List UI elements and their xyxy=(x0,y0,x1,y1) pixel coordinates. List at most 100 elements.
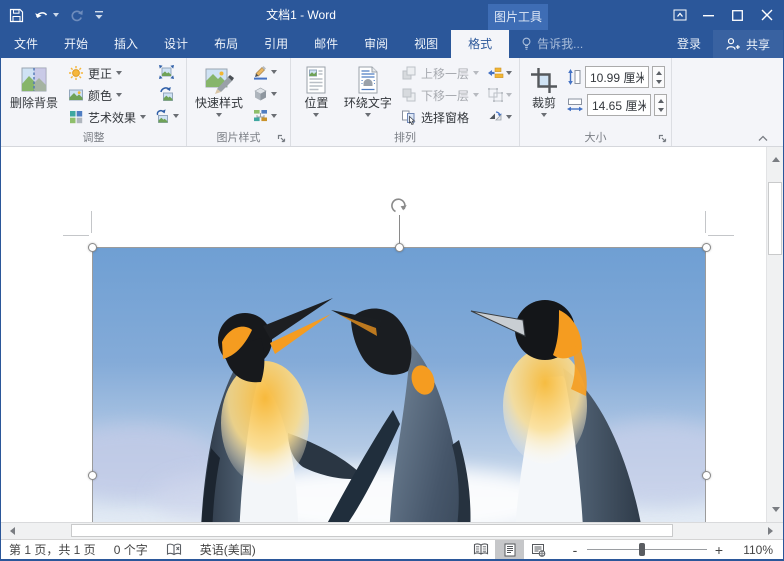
selection-pane-button[interactable]: 选择窗格 xyxy=(398,106,482,128)
undo-dropdown-icon[interactable] xyxy=(53,13,59,20)
align-button[interactable] xyxy=(484,62,515,84)
reset-picture-button[interactable] xyxy=(151,105,182,127)
tab-review[interactable]: 审阅 xyxy=(351,30,401,58)
group-button-disabled[interactable] xyxy=(484,84,515,106)
crop-button[interactable]: 裁剪 xyxy=(524,61,564,120)
horizontal-scrollbar[interactable] xyxy=(1,522,783,539)
picture-effects-button[interactable] xyxy=(249,83,280,105)
rotate-button[interactable] xyxy=(484,106,515,128)
proofing-status-button[interactable] xyxy=(166,543,182,557)
width-spinner[interactable] xyxy=(654,94,667,116)
scroll-right-button[interactable] xyxy=(763,523,780,539)
ribbon: 删除背景 更正 颜色 艺术效果 xyxy=(1,58,783,147)
scroll-up-button[interactable] xyxy=(767,150,783,167)
artistic-effects-button[interactable]: 艺术效果 xyxy=(65,106,149,128)
collapse-ribbon-icon[interactable] xyxy=(757,134,769,143)
vertical-scrollbar[interactable] xyxy=(766,147,783,522)
tab-format-active[interactable]: 格式 xyxy=(451,30,509,58)
page-indicator[interactable]: 第 1 页，共 1 页 xyxy=(9,541,96,558)
change-picture-button[interactable] xyxy=(151,83,182,105)
maximize-button[interactable] xyxy=(723,0,752,30)
undo-button[interactable] xyxy=(34,8,59,22)
tab-references[interactable]: 引用 xyxy=(251,30,301,58)
tab-layout[interactable]: 布局 xyxy=(201,30,251,58)
height-spin-down-icon[interactable] xyxy=(656,80,662,87)
wrap-text-button[interactable]: 环绕文字 xyxy=(340,61,396,120)
vertical-scroll-thumb[interactable] xyxy=(768,182,782,255)
rotate-handle-icon[interactable] xyxy=(390,197,409,216)
corrections-label: 更正 xyxy=(88,65,112,82)
redo-button-disabled[interactable] xyxy=(69,8,84,23)
adjust-small-column xyxy=(151,61,182,127)
size-dialog-launcher[interactable] xyxy=(658,134,668,144)
language-indicator[interactable]: 英语(美国) xyxy=(200,541,256,558)
tab-home[interactable]: 开始 xyxy=(51,30,101,58)
send-backward-button-disabled[interactable]: 下移一层 xyxy=(398,84,482,106)
remove-background-button[interactable]: 删除背景 xyxy=(5,61,63,110)
tab-insert[interactable]: 插入 xyxy=(101,30,151,58)
status-bar: 第 1 页，共 1 页 0 个字 英语(美国) - + 110% xyxy=(1,539,783,559)
selection-pane-icon xyxy=(401,109,417,125)
web-layout-button[interactable] xyxy=(524,540,553,560)
resize-handle-middle-left[interactable] xyxy=(88,471,97,480)
zoom-percentage[interactable]: 110% xyxy=(731,543,773,557)
size-fields xyxy=(566,61,667,117)
print-layout-button[interactable] xyxy=(495,540,524,560)
picture-border-dropdown-icon xyxy=(271,70,277,77)
picture-border-button[interactable] xyxy=(249,61,280,83)
margin-mark-top-left-h xyxy=(63,235,89,236)
picture-styles-dialog-launcher[interactable] xyxy=(277,134,287,144)
scroll-left-button[interactable] xyxy=(3,523,20,539)
zoom-in-button[interactable]: + xyxy=(711,542,727,558)
selection-pane-label: 选择窗格 xyxy=(421,109,469,126)
customize-qat-icon xyxy=(94,9,104,21)
height-input[interactable] xyxy=(585,66,649,88)
shape-height-icon xyxy=(566,68,582,86)
tab-design[interactable]: 设计 xyxy=(151,30,201,58)
tell-me-box[interactable]: 告诉我... xyxy=(521,30,583,58)
save-button[interactable] xyxy=(9,8,24,23)
word-count[interactable]: 0 个字 xyxy=(114,541,148,558)
status-bar-right: - + 110% xyxy=(466,540,783,560)
bring-forward-button-disabled[interactable]: 上移一层 xyxy=(398,62,482,84)
web-layout-icon xyxy=(531,543,546,557)
width-spin-up-icon[interactable] xyxy=(658,96,664,103)
zoom-slider-handle[interactable] xyxy=(639,543,645,556)
selected-picture[interactable] xyxy=(92,247,706,522)
color-picture-icon xyxy=(68,87,84,103)
document-area[interactable] xyxy=(1,147,783,522)
quick-styles-icon xyxy=(203,64,235,96)
customize-qat-button[interactable] xyxy=(94,9,104,21)
close-button[interactable] xyxy=(752,0,781,30)
resize-handle-top-left[interactable] xyxy=(88,243,97,252)
tab-file[interactable]: 文件 xyxy=(1,30,51,58)
resize-handle-middle-right[interactable] xyxy=(702,471,711,480)
tab-view[interactable]: 视图 xyxy=(401,30,451,58)
width-input[interactable] xyxy=(587,94,651,116)
crop-label: 裁剪 xyxy=(532,96,556,110)
quick-styles-button[interactable]: 快速样式 xyxy=(191,61,247,120)
minimize-button[interactable] xyxy=(694,0,723,30)
resize-handle-top-center[interactable] xyxy=(395,243,404,252)
color-button[interactable]: 颜色 xyxy=(65,84,149,106)
size-group-label: 大小 xyxy=(520,129,671,145)
share-button[interactable]: 共享 xyxy=(713,30,783,58)
horizontal-scroll-thumb[interactable] xyxy=(71,524,673,537)
zoom-out-button[interactable]: - xyxy=(567,542,583,558)
tab-mailings[interactable]: 邮件 xyxy=(301,30,351,58)
resize-handle-top-right[interactable] xyxy=(702,243,711,252)
title-bar: 文档1 - Word 图片工具 xyxy=(1,0,783,30)
compress-pictures-button[interactable] xyxy=(151,61,182,83)
position-button[interactable]: 位置 xyxy=(295,61,338,120)
scroll-down-button[interactable] xyxy=(767,502,783,519)
height-spinner[interactable] xyxy=(652,66,665,88)
zoom-slider-track[interactable] xyxy=(587,549,707,550)
read-mode-button[interactable] xyxy=(466,540,495,560)
height-spin-up-icon[interactable] xyxy=(656,68,662,75)
width-spin-down-icon[interactable] xyxy=(658,108,664,115)
picture-layout-button[interactable] xyxy=(249,105,280,127)
corrections-button[interactable]: 更正 xyxy=(65,62,149,84)
group-arrange: 位置 环绕文字 上移一层 下移一层 xyxy=(291,58,520,146)
sign-in-button[interactable]: 登录 xyxy=(665,30,713,58)
ribbon-display-options-button[interactable] xyxy=(665,0,694,30)
